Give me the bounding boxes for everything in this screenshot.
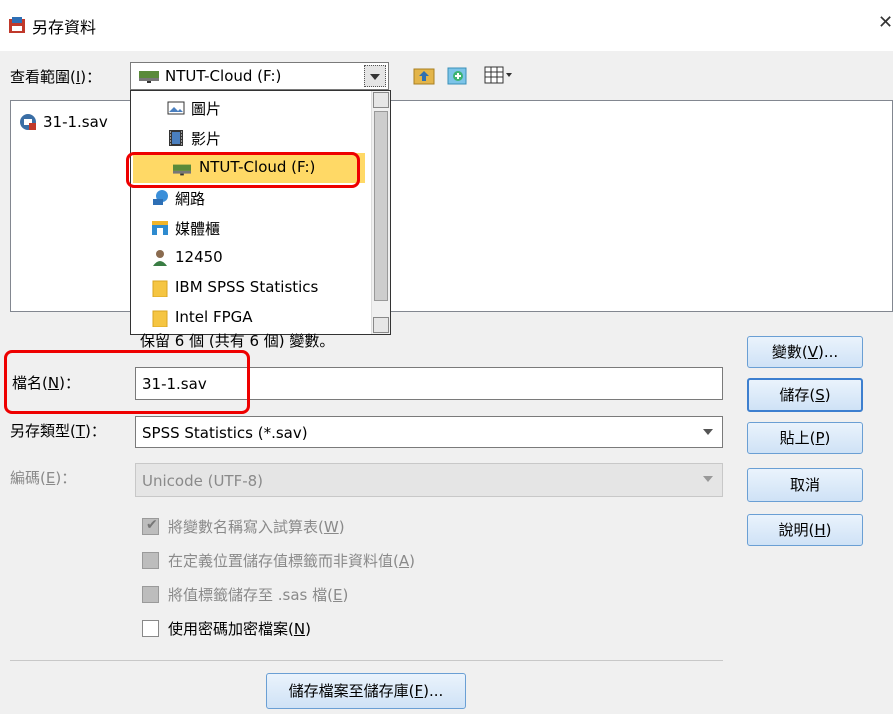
- cancel-button[interactable]: 取消: [747, 468, 863, 502]
- paste-button[interactable]: 貼上(P): [747, 422, 863, 454]
- dropdown-item-library[interactable]: 媒體櫃: [131, 213, 371, 243]
- look-in-dropdown-button[interactable]: [364, 65, 386, 87]
- encoding-label: 編碼(E)：: [10, 469, 77, 487]
- view-menu-icon[interactable]: [484, 66, 514, 84]
- chevron-down-icon: [695, 465, 721, 491]
- chevron-down-icon[interactable]: [695, 418, 721, 444]
- window-title: 另存資料: [32, 18, 97, 37]
- save-button[interactable]: 儲存(S): [747, 378, 863, 412]
- dropdown-item-pictures[interactable]: 圖片: [131, 93, 371, 123]
- look-in-label: 查看範圍(I)：: [10, 68, 102, 86]
- user-icon: [153, 250, 167, 266]
- checkbox[interactable]: [142, 586, 159, 603]
- new-folder-icon[interactable]: [446, 64, 470, 86]
- encoding-select: Unicode (UTF-8): [135, 463, 723, 497]
- look-in-dropdown-list[interactable]: 圖片 影片 NTUT-Cloud (F:) 網路 媒體櫃 12450 IBM S…: [130, 90, 391, 335]
- scroll-down-button[interactable]: [373, 317, 389, 333]
- up-folder-icon[interactable]: [412, 64, 436, 86]
- save-data-icon: [9, 17, 25, 33]
- folder-icon: [152, 310, 168, 327]
- list-item[interactable]: 31-1.sav: [17, 111, 137, 133]
- highlight-selected-item: [126, 152, 360, 188]
- dropdown-scrollbar[interactable]: [371, 91, 390, 334]
- look-in-value: NTUT-Cloud (F:): [165, 67, 282, 85]
- dropdown-item-videos[interactable]: 影片: [131, 123, 371, 153]
- checkbox-save-value-labels[interactable]: 在定義位置儲存值標籤而非資料值(A): [142, 550, 562, 572]
- file-name: 31-1.sav: [43, 113, 108, 131]
- encoding-value: Unicode (UTF-8): [142, 472, 264, 490]
- scroll-thumb[interactable]: [374, 111, 388, 301]
- folder-icon: [152, 280, 168, 297]
- save-to-repository-button[interactable]: 儲存檔案至儲存庫(F)...: [266, 673, 466, 709]
- look-in-combo[interactable]: NTUT-Cloud (F:): [130, 62, 389, 90]
- save-type-label: 另存類型(T)：: [10, 422, 106, 440]
- scroll-up-button[interactable]: [373, 92, 389, 108]
- save-type-value: SPSS Statistics (*.sav): [142, 424, 308, 442]
- videos-icon: [169, 130, 183, 146]
- network-icon: [153, 190, 168, 205]
- highlight-filename: [4, 350, 250, 414]
- separator: [10, 660, 723, 661]
- save-type-select[interactable]: SPSS Statistics (*.sav): [135, 416, 723, 448]
- close-button[interactable]: ✕: [878, 12, 893, 33]
- keep-variables-text: 保留 6 個 (共有 6 個) 變數。: [140, 332, 335, 348]
- checkbox-encrypt-password[interactable]: 使用密碼加密檔案(N): [142, 618, 562, 640]
- network-drive-icon: [139, 71, 159, 83]
- help-button[interactable]: 說明(H): [747, 514, 863, 546]
- library-icon: [152, 221, 168, 235]
- title-bar: 另存資料 ✕: [0, 0, 893, 51]
- dropdown-item-ibm-spss[interactable]: IBM SPSS Statistics: [131, 273, 371, 303]
- checkbox[interactable]: [142, 620, 159, 637]
- variables-button[interactable]: 變數(V)...: [747, 336, 863, 368]
- checkbox[interactable]: ✔: [142, 517, 159, 535]
- dropdown-item-intel-fpga[interactable]: Intel FPGA: [131, 303, 371, 333]
- dropdown-item-user[interactable]: 12450: [131, 243, 371, 273]
- sav-file-icon: [20, 114, 36, 130]
- checkbox[interactable]: [142, 552, 159, 569]
- checkbox-save-sas-labels[interactable]: 將值標籤儲存至 .sas 檔(E): [142, 584, 562, 606]
- pictures-icon: [167, 101, 185, 115]
- checkbox-write-var-names[interactable]: ✔ 將變數名稱寫入試算表(W): [142, 516, 562, 538]
